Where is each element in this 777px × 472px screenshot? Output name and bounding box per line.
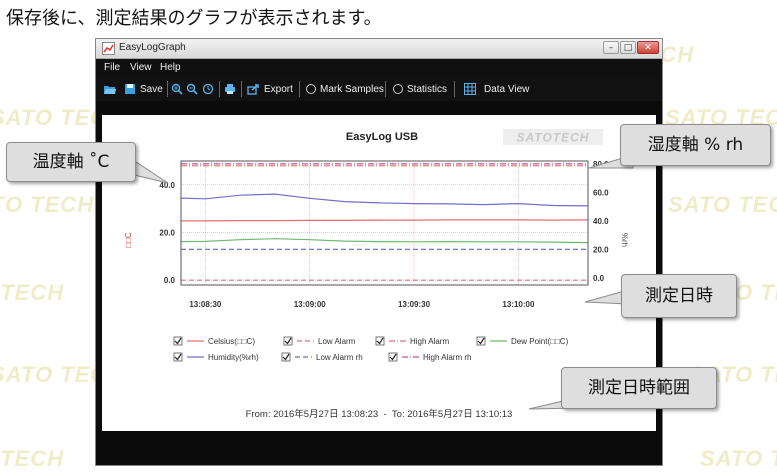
legend-label: Low Alarm [318, 337, 356, 346]
logo-text: SATOTECH [517, 131, 590, 145]
data-view-label: Data View [484, 83, 530, 95]
legend-label: High Alarm rh [423, 353, 471, 362]
legend-item: High Alarm rh [388, 352, 471, 362]
floppy-disk-icon [125, 84, 135, 94]
zoom-out-button[interactable] [186, 82, 198, 96]
callout-datetime-range: 測定日時範囲 [561, 367, 717, 409]
minimize-button[interactable]: – [603, 41, 619, 54]
status-bar [96, 443, 662, 465]
export-label: Export [264, 83, 293, 95]
callout-humidity-axis: 湿度軸 % rh [620, 124, 771, 166]
statistics-radio[interactable] [393, 84, 403, 94]
statistics-toggle[interactable]: Statistics [393, 82, 447, 96]
legend-item: High Alarm [375, 336, 449, 346]
save-button[interactable]: Save [124, 82, 163, 96]
series-line-1 [181, 219, 589, 222]
table-grid-icon [464, 83, 476, 95]
zoom-in-icon [171, 83, 183, 95]
mark-samples-radio[interactable] [306, 84, 316, 94]
plot-area-frame [180, 160, 589, 286]
callout-datetime: 測定日時 [621, 274, 737, 318]
y-right-tick-label: 60.0 [593, 188, 609, 197]
maximize-button[interactable]: □ [620, 41, 636, 54]
x-tick-label: 13:09:30 [398, 300, 431, 309]
page-caption: 保存後に、測定結果のグラフが表示されます。 [6, 8, 382, 29]
watermark: SATO TECH [668, 192, 777, 217]
mark-samples-toggle[interactable]: Mark Samples [306, 82, 384, 96]
satotech-logo: SATOTECH [503, 129, 603, 145]
watermark: SATO TECH [700, 446, 777, 471]
y-right-tick-label: 80.0 [593, 160, 609, 169]
open-folder-icon [104, 86, 116, 94]
y-right-tick-label: 0.0 [593, 274, 605, 283]
menu-bar: File View Help [96, 59, 662, 77]
menu-file[interactable]: File [104, 62, 120, 73]
zoom-out-icon [186, 83, 198, 95]
y-left-tick-label: 0.0 [164, 276, 176, 285]
time-zoom-button[interactable] [202, 82, 214, 96]
zoom-in-button[interactable] [171, 82, 183, 96]
watermark: SATO TECH [0, 192, 95, 217]
legend-item: Low Alarm rh [281, 352, 363, 362]
mark-samples-label: Mark Samples [320, 83, 384, 95]
y-left-tick-label: 40.0 [159, 181, 175, 190]
legend-label: High Alarm [410, 337, 449, 346]
legend-item: Low Alarm [283, 336, 356, 346]
date-range-text: From: 2016年5月27日 13:08:23 - To: 2016年5月2… [246, 408, 513, 420]
save-label: Save [140, 83, 163, 95]
legend-item: Humidity(%rh) [173, 352, 259, 362]
y-left-tick-label: 20.0 [159, 229, 175, 238]
y-right-tick-label: 20.0 [593, 245, 609, 254]
y-right-axis-label: %rh [620, 233, 629, 247]
toolbar: Save Export Mark Samples Statistics Data… [96, 77, 662, 101]
y-right-tick-label: 40.0 [593, 217, 609, 226]
menu-view[interactable]: View [130, 62, 152, 73]
legend-label: Humidity(%rh) [208, 353, 259, 362]
x-tick-label: 13:10:00 [502, 300, 535, 309]
watermark: SATO TECH [0, 446, 65, 471]
close-button[interactable]: ✕ [637, 41, 659, 54]
window-title: EasyLogGraph [119, 42, 186, 53]
legend-label: Celsius(□□C) [208, 337, 255, 346]
chart-app-icon [102, 42, 115, 55]
statistics-label: Statistics [407, 83, 448, 95]
legend-label: Low Alarm rh [316, 353, 363, 362]
legend-item: Celsius(□□C) [173, 336, 255, 346]
callout-temperature-axis: 温度軸 ˚C [6, 142, 136, 182]
export-icon [247, 84, 259, 95]
legend-item: Dew Point(□□C) [476, 336, 569, 346]
export-button[interactable]: Export [247, 82, 293, 96]
menu-help[interactable]: Help [160, 62, 181, 73]
series-line-4 [180, 238, 589, 244]
print-button[interactable] [224, 82, 236, 96]
x-tick-label: 13:09:00 [294, 300, 327, 309]
open-button[interactable] [103, 82, 117, 96]
legend-label: Dew Point(□□C) [511, 337, 569, 346]
chart-title: EasyLog USB [346, 131, 418, 143]
series-line-5 [180, 193, 589, 207]
clock-icon [202, 83, 214, 95]
printer-icon [225, 84, 235, 94]
x-tick-label: 13:08:30 [189, 300, 222, 309]
watermark: SATO TECH [0, 280, 65, 305]
title-bar: EasyLogGraph – □ ✕ [96, 39, 662, 59]
data-view-button[interactable]: Data View [464, 82, 529, 96]
y-left-axis-label: □□C [124, 232, 133, 248]
